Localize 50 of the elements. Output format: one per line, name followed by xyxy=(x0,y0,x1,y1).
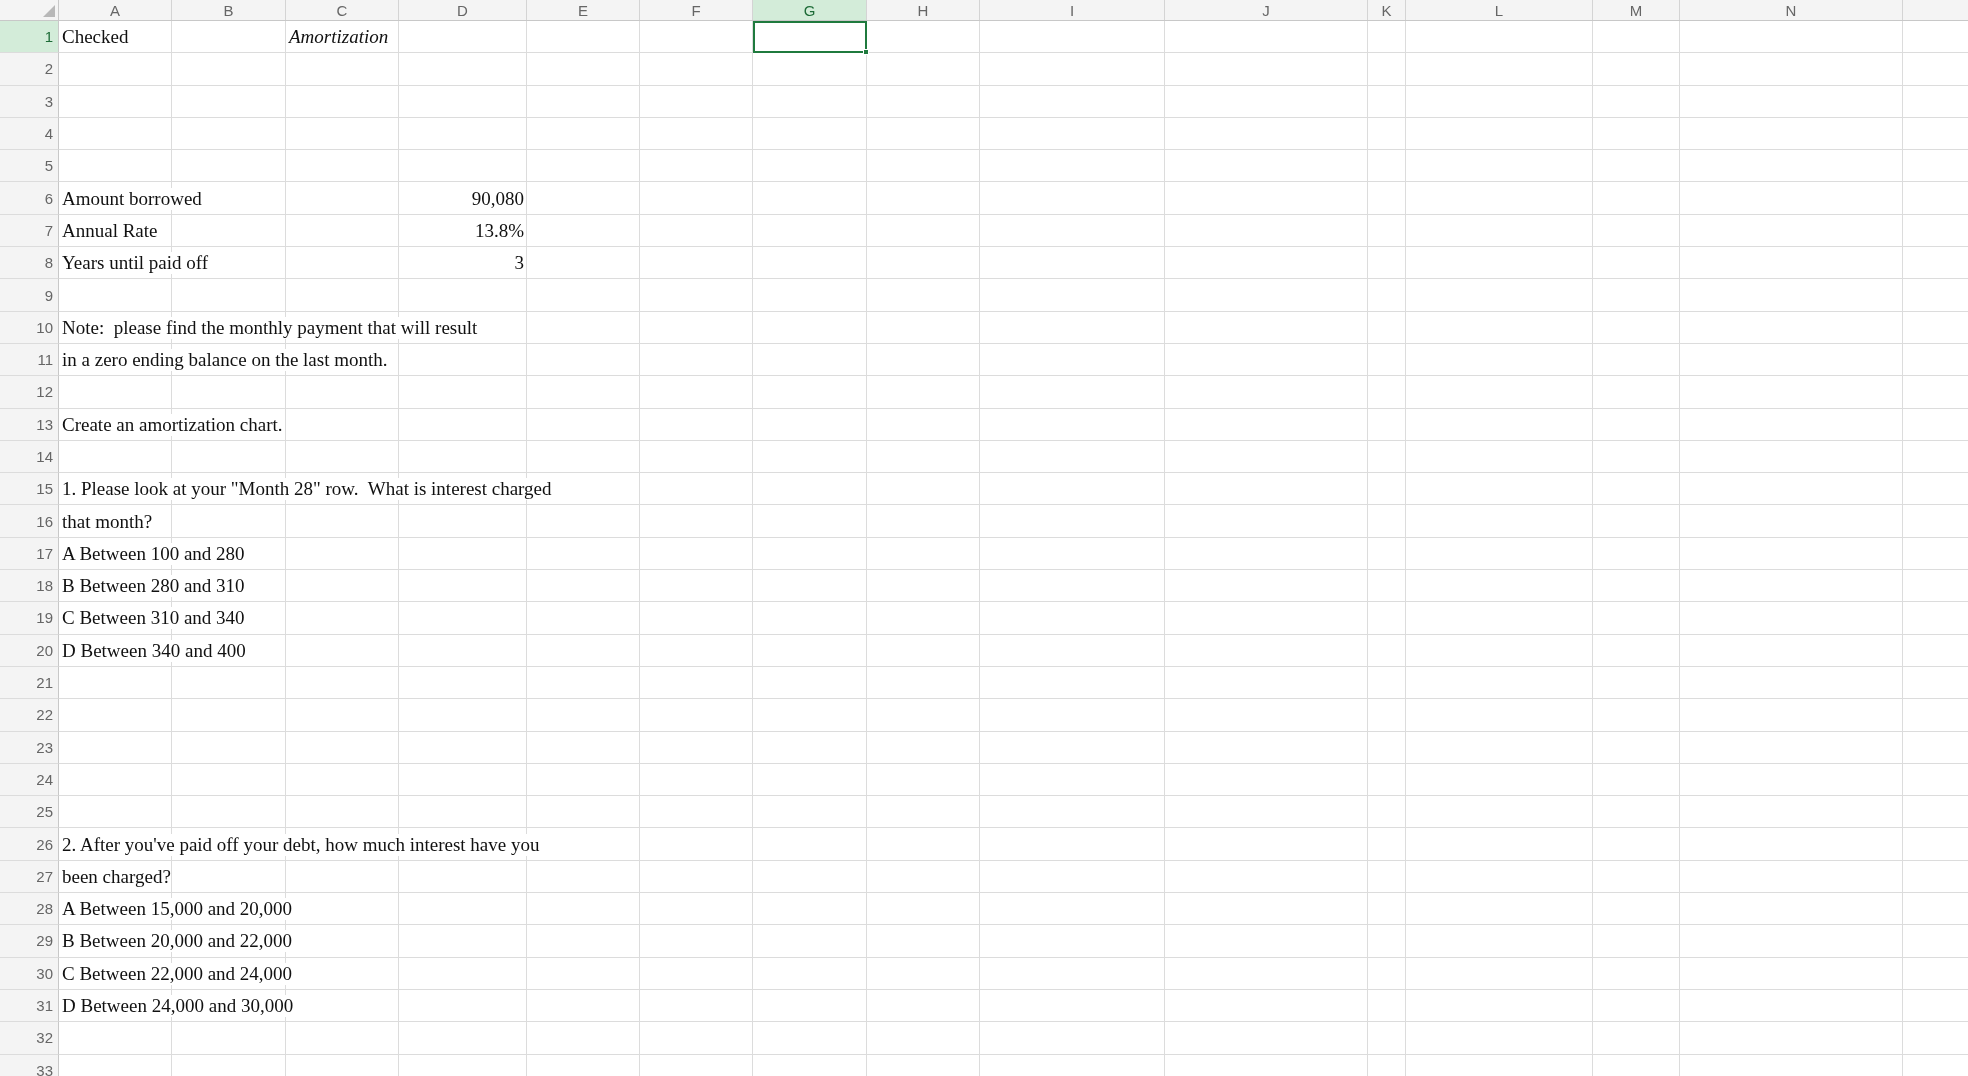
row-number[interactable]: 25 xyxy=(0,796,59,829)
row-number[interactable]: 4 xyxy=(0,117,59,151)
row-number[interactable]: 17 xyxy=(0,537,59,571)
row-number[interactable]: 5 xyxy=(0,150,59,183)
cell-text: 1. Please look at your "Month 28" row. What is interest charged xyxy=(62,478,552,501)
row-number[interactable]: 14 xyxy=(0,440,59,474)
cell-text: D Between 340 and 400 xyxy=(62,639,246,662)
row-number[interactable]: 8 xyxy=(0,247,59,280)
cell-text: A Between 100 and 280 xyxy=(62,542,245,565)
cell-text: A Between 15,000 and 20,000 xyxy=(62,898,293,921)
cell-text: Years until paid off xyxy=(62,252,209,275)
row-number[interactable]: 30 xyxy=(0,957,59,990)
row-number[interactable]: 23 xyxy=(0,731,59,764)
column-header[interactable]: G xyxy=(753,0,867,20)
row-number[interactable]: 18 xyxy=(0,570,59,603)
row-number[interactable]: 29 xyxy=(0,925,59,958)
row-number[interactable]: 16 xyxy=(0,505,59,538)
row-number[interactable]: 31 xyxy=(0,989,59,1023)
cell-text: B Between 280 and 310 xyxy=(62,575,245,598)
selected-cell[interactable] xyxy=(753,21,867,54)
row-number[interactable]: 6 xyxy=(0,182,59,215)
cell-text: Amount borrowed xyxy=(62,187,202,210)
cell-text: D Between 24,000 and 30,000 xyxy=(62,995,294,1018)
row-number[interactable]: 9 xyxy=(0,279,59,312)
row-number[interactable]: 24 xyxy=(0,763,59,797)
row-number[interactable]: 11 xyxy=(0,343,59,377)
cell-text: C Between 22,000 and 24,000 xyxy=(62,962,293,985)
row-number[interactable]: 33 xyxy=(0,1054,59,1076)
cell-text: 2. After you've paid off your debt, how much interest have you xyxy=(62,833,540,856)
cell-text: in a zero ending balance on the last month. xyxy=(62,349,388,372)
row-number[interactable]: 13 xyxy=(0,408,59,441)
row-number[interactable]: 15 xyxy=(0,473,59,506)
cell-text: B Between 20,000 and 22,000 xyxy=(62,930,293,953)
row-number[interactable]: 2 xyxy=(0,53,59,86)
row-number[interactable]: 12 xyxy=(0,376,59,409)
row-number[interactable]: 7 xyxy=(0,214,59,248)
row-number[interactable]: 20 xyxy=(0,634,59,667)
row-number[interactable]: 32 xyxy=(0,1022,59,1055)
row-number[interactable]: 26 xyxy=(0,828,59,861)
row-number[interactable]: 3 xyxy=(0,85,59,118)
row-number[interactable]: 28 xyxy=(0,893,59,926)
row-number[interactable]: 10 xyxy=(0,311,59,344)
cell-text: Create an amortization chart. xyxy=(62,413,283,436)
cell-text: Note: please find the monthly payment that will result xyxy=(62,316,478,339)
row-number[interactable]: 21 xyxy=(0,666,59,700)
row-number[interactable]: 19 xyxy=(0,602,59,635)
row-number[interactable]: 27 xyxy=(0,860,59,893)
cell-text: C Between 310 and 340 xyxy=(62,607,245,630)
row-number[interactable]: 1 xyxy=(0,21,59,54)
row-number[interactable]: 22 xyxy=(0,699,59,732)
